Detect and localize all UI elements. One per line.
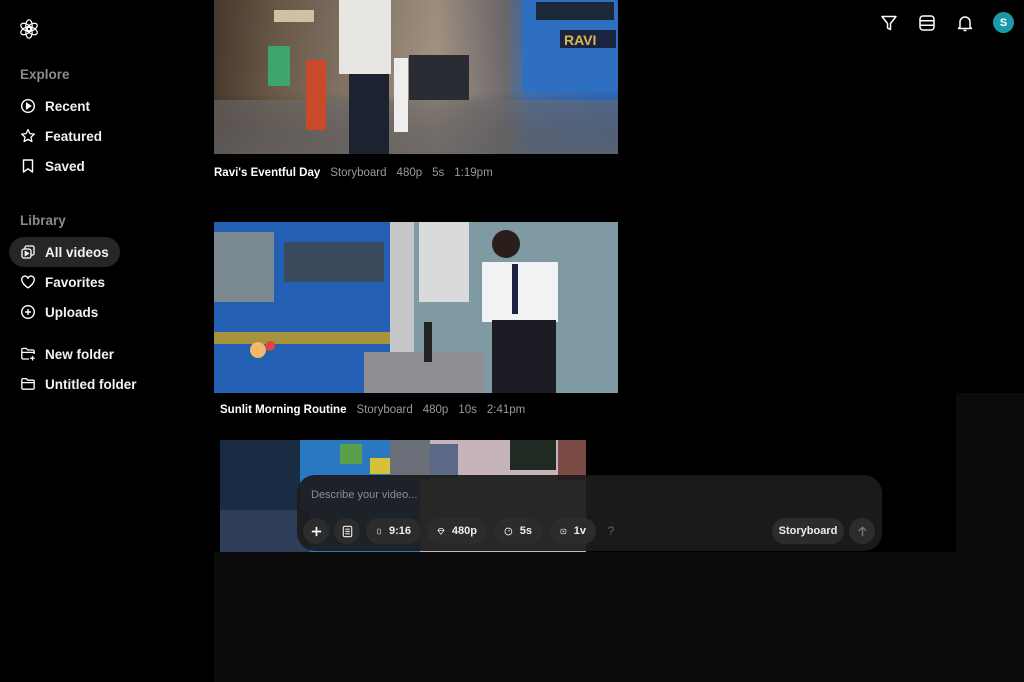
video-resolution: 480p [422, 404, 449, 416]
background-panel [956, 393, 1024, 553]
variations-icon [560, 528, 567, 534]
sidebar-item-label: Saved [45, 158, 85, 174]
sidebar-item-untitled-folder[interactable]: Untitled folder [9, 369, 148, 399]
background-panel [214, 552, 1024, 682]
resolution-button[interactable]: 480p [427, 518, 487, 544]
folder-plus-icon [21, 347, 35, 361]
folder-icon [21, 377, 35, 390]
arrow-up-icon [857, 525, 867, 536]
sidebar-item-uploads[interactable]: Uploads [9, 297, 109, 327]
avatar[interactable]: S [993, 12, 1014, 33]
sidebar-item-label: All videos [45, 244, 109, 260]
portrait-phone-icon [377, 528, 381, 534]
sidebar-item-recent[interactable]: Recent [9, 91, 101, 121]
add-button[interactable] [303, 518, 329, 544]
storyboard-icon [342, 525, 352, 537]
library-heading: Library [20, 213, 66, 228]
sidebar-item-label: Favorites [45, 274, 106, 290]
video-time: 1:19pm [454, 167, 493, 179]
video-type: Storyboard [330, 167, 387, 179]
heart-icon [21, 275, 35, 289]
sidebar-item-label: Featured [45, 128, 103, 144]
video-title[interactable]: Sunlit Morning Routine [220, 404, 346, 416]
explore-heading: Explore [20, 67, 70, 82]
bell-icon[interactable] [955, 13, 975, 33]
video-thumbnail[interactable]: RAVI [214, 0, 618, 154]
sidebar-item-favorites[interactable]: Favorites [9, 267, 116, 297]
prompt-input[interactable] [311, 489, 851, 501]
video-thumbnail[interactable] [214, 222, 618, 393]
mode-button[interactable]: Storyboard [772, 518, 844, 544]
aspect-ratio-value: 9:16 [388, 525, 411, 537]
sidebar-item-label: New folder [45, 346, 115, 362]
diamond-icon [437, 527, 445, 535]
video-title[interactable]: Ravi's Eventful Day [214, 167, 320, 179]
play-circle-icon [20, 98, 36, 114]
video-resolution: 480p [396, 167, 423, 179]
variations-value: 1v [573, 525, 586, 537]
video-meta: Sunlit Morning Routine Storyboard 480p 1… [220, 404, 525, 416]
video-type: Storyboard [356, 404, 413, 416]
openai-logo-icon[interactable] [18, 18, 40, 40]
sidebar-item-saved[interactable]: Saved [9, 151, 96, 181]
star-icon [21, 128, 35, 143]
prompt-composer: 9:16 480p 5s 1v ? Storyboard [297, 475, 882, 551]
help-button[interactable]: ? [598, 518, 624, 544]
video-thumbnail-image [214, 222, 618, 393]
sidebar-item-label: Untitled folder [45, 376, 137, 392]
aspect-ratio-button[interactable]: 9:16 [366, 518, 421, 544]
video-time: 2:41pm [486, 404, 526, 416]
list-icon[interactable] [917, 13, 937, 33]
plus-circle-icon [20, 304, 36, 320]
sidebar-item-all-videos[interactable]: All videos [9, 237, 120, 267]
video-duration: 10s [458, 404, 477, 416]
videos-icon [21, 245, 35, 259]
plus-icon [311, 526, 321, 536]
sidebar-item-label: Recent [45, 98, 91, 114]
video-meta: Ravi's Eventful Day Storyboard 480p 5s 1… [214, 167, 493, 179]
svg-text:RAVI: RAVI [564, 32, 596, 48]
sidebar-item-label: Uploads [45, 304, 99, 320]
top-toolbar: S [879, 12, 1014, 33]
video-thumbnail-image: RAVI [214, 0, 618, 154]
sidebar: Explore Recent Featured Saved Library Al… [0, 0, 214, 682]
sidebar-item-featured[interactable]: Featured [9, 121, 113, 151]
clock-icon [504, 527, 513, 535]
sidebar-item-new-folder[interactable]: New folder [9, 339, 125, 369]
bookmark-icon [22, 159, 34, 173]
duration-button[interactable]: 5s [494, 518, 542, 544]
filter-icon[interactable] [879, 13, 899, 33]
video-duration: 5s [432, 167, 445, 179]
resolution-value: 480p [451, 525, 477, 537]
variations-button[interactable]: 1v [550, 518, 596, 544]
duration-value: 5s [519, 525, 532, 537]
mode-value: Storyboard [778, 525, 838, 537]
storyboard-toggle-button[interactable] [334, 518, 360, 544]
submit-button[interactable] [849, 518, 875, 544]
